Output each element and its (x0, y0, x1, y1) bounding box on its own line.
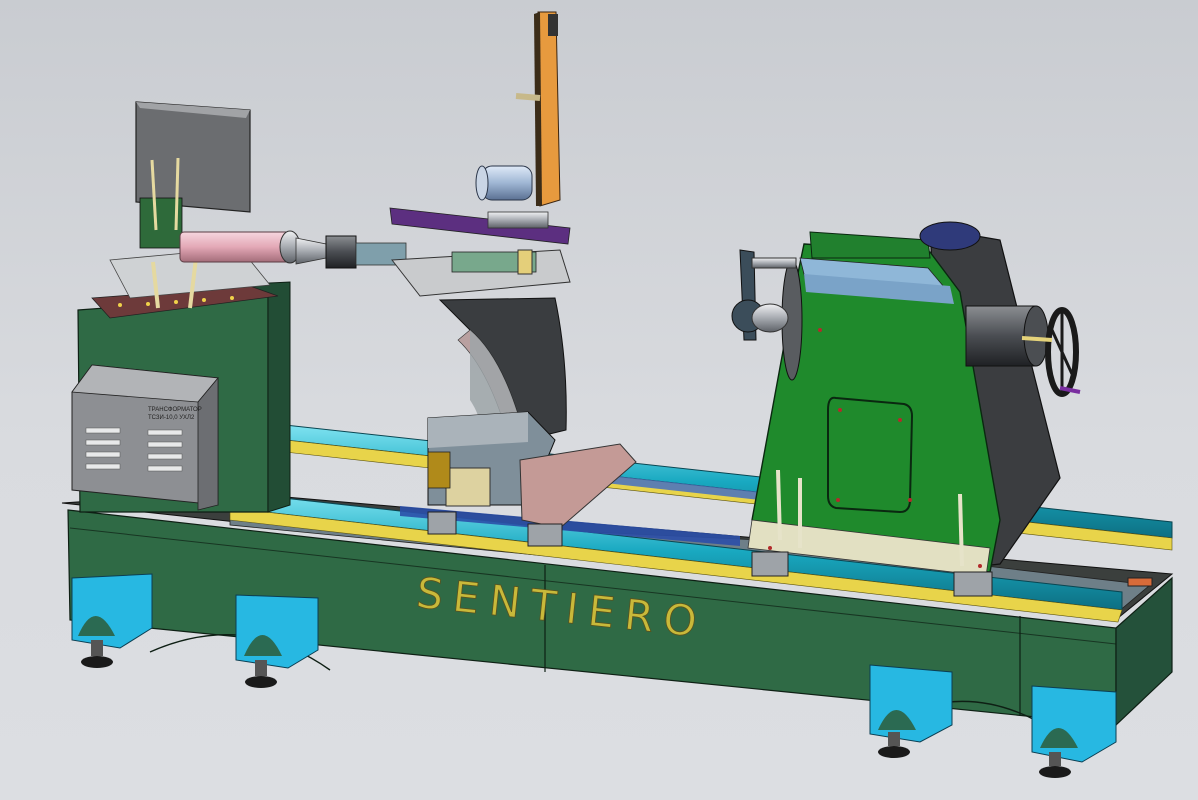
spindle-motor (481, 165, 533, 201)
foot-front-left (71, 573, 153, 668)
foot-rear-right (1031, 685, 1117, 778)
tailstock-quill (751, 303, 789, 333)
handwheel[interactable] (1045, 307, 1081, 397)
pink-roller[interactable] (179, 230, 407, 269)
cad-viewport[interactable]: SENTIERO ТРАНСФОРМАТОР ТСЗИ-10,0 УХЛ2 (0, 0, 1198, 800)
transformer-label-model: ТСЗИ-10,0 УХЛ2 (148, 415, 195, 421)
tool-carriage[interactable] (389, 207, 637, 547)
transformer-label: ТРАНСФОРМАТОР (148, 407, 202, 413)
top-motor (919, 221, 981, 251)
control-monitor[interactable] (135, 101, 251, 249)
transformer-box[interactable]: ТРАНСФОРМАТОР ТСЗИ-10,0 УХЛ2 (71, 364, 219, 511)
vertical-arm[interactable] (475, 11, 561, 229)
lathe-3d-model[interactable]: SENTIERO ТРАНСФОРМАТОР ТСЗИ-10,0 УХЛ2 (0, 0, 1198, 800)
foot-rear-mid (869, 664, 953, 758)
headstock[interactable] (731, 221, 1081, 597)
end-stop (1127, 577, 1153, 587)
foot-front-mid (235, 594, 319, 688)
